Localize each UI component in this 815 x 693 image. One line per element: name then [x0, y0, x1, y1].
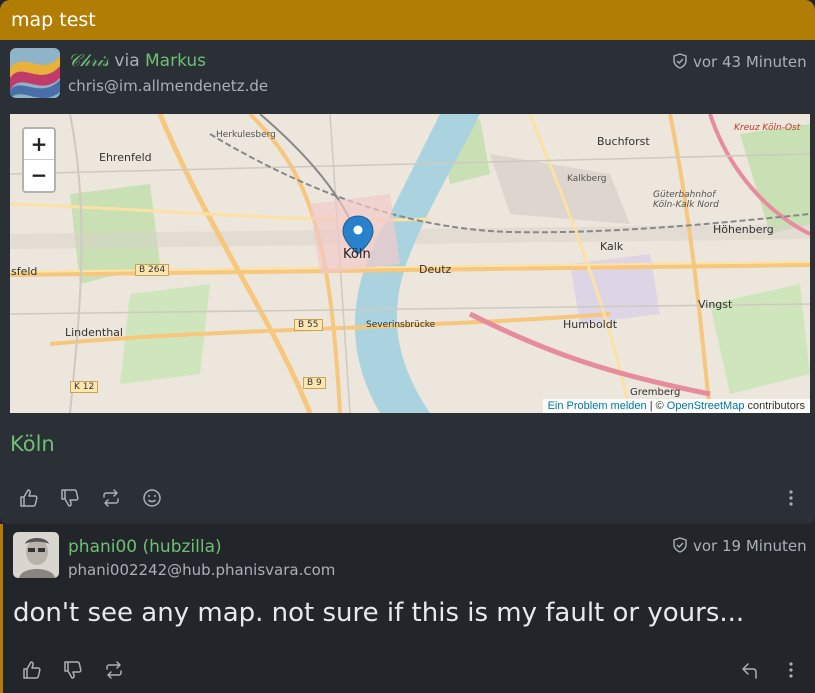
more-icon[interactable] — [780, 659, 802, 681]
shield-icon — [673, 53, 687, 69]
reply-text: don't see any map. not sure if this is m… — [13, 598, 745, 628]
map-label: Ehrenfeld — [99, 151, 152, 164]
via-label: via — [114, 51, 140, 71]
osm-link[interactable]: OpenStreetMap — [667, 400, 745, 412]
map-label: Lindenthal — [65, 326, 123, 339]
repeat-icon[interactable] — [100, 487, 122, 509]
like-icon[interactable] — [21, 659, 43, 681]
zoom-out-button[interactable]: − — [24, 159, 54, 190]
map-label: Gremberg — [630, 387, 681, 398]
zoom-in-button[interactable]: + — [24, 129, 54, 159]
post-handle: chris@im.allmendenetz.de — [68, 77, 269, 95]
post-author[interactable]: 𝒞𝒽𝓇𝒾𝓈 — [68, 51, 109, 71]
road-shield: B 55 — [294, 319, 323, 331]
thread-title-bar: map test — [0, 0, 815, 40]
osm-map[interactable]: Köln Ehrenfeld Buchforst Kalk Höhenberg … — [10, 114, 810, 413]
map-label: Severinsbrücke — [366, 320, 436, 330]
map-label: Kalkberg — [567, 174, 607, 184]
reply-icon[interactable] — [739, 659, 761, 681]
map-zoom-control: + − — [22, 127, 56, 193]
map-label: Kalk — [600, 240, 624, 253]
reply-timestamp[interactable]: vor 19 Minuten — [672, 537, 807, 555]
thread-title: map test — [11, 9, 96, 31]
map-label: Kreuz Köln-Ost — [734, 123, 801, 133]
road-shield: K 12 — [70, 381, 99, 393]
report-problem-link[interactable]: Ein Problem melden — [548, 400, 647, 412]
reply-author[interactable]: phani00 (hubzilla) — [68, 537, 222, 557]
more-icon[interactable] — [780, 487, 802, 509]
attribution-contributors: contributors — [747, 400, 805, 412]
repeat-icon[interactable] — [103, 659, 125, 681]
map-label: Güterbahnhof Köln-Kalk Nord — [653, 190, 719, 210]
reply-time: vor 19 Minuten — [693, 537, 807, 555]
via-author[interactable]: Markus — [145, 51, 206, 71]
dislike-icon[interactable] — [62, 659, 84, 681]
location-link[interactable]: Köln — [10, 432, 55, 456]
reply-handle: phani002242@hub.phanisvara.com — [68, 561, 336, 579]
map-label: Vingst — [698, 298, 733, 311]
post-author-line: 𝒞𝒽𝓇𝒾𝓈 via Markus — [68, 51, 206, 71]
reply-avatar[interactable] — [13, 532, 59, 578]
road-shield: B 264 — [135, 264, 170, 276]
map-label: Herkulesberg — [216, 130, 276, 140]
post-timestamp[interactable]: vor 43 Minuten — [672, 53, 807, 71]
post-time: vor 43 Minuten — [693, 53, 807, 71]
dislike-icon[interactable] — [59, 487, 81, 509]
road-shield: B 9 — [303, 377, 326, 389]
like-icon[interactable] — [18, 487, 40, 509]
map-label: Deutz — [419, 263, 452, 276]
map-label: sfeld — [11, 265, 38, 278]
map-attribution: Ein Problem melden | © OpenStreetMap con… — [542, 399, 810, 413]
avatar[interactable] — [10, 48, 60, 98]
map-label: Humboldt — [563, 318, 618, 331]
map-label: Höhenberg — [713, 223, 774, 236]
shield-icon — [673, 537, 687, 553]
map-label: Köln — [343, 247, 371, 262]
attribution-separator: | © — [649, 400, 664, 412]
emoji-icon[interactable] — [141, 487, 163, 509]
map-label: Buchforst — [597, 135, 650, 148]
